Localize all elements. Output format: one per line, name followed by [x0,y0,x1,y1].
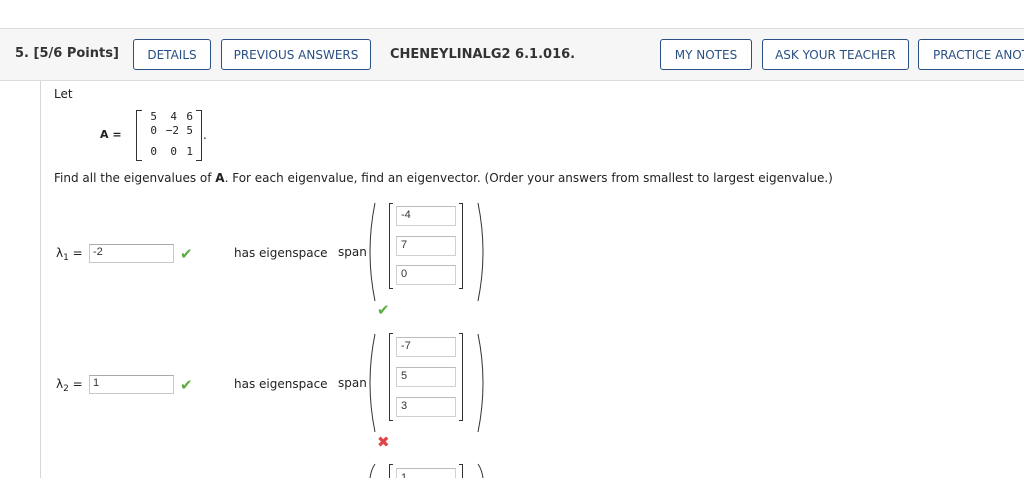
lambda-1-correct-icon: ✔ [180,245,193,263]
question-header: 5. [5/6 Points] DETAILS PREVIOUS ANSWERS… [0,28,1024,81]
problem-code: CHENEYLINALG2 6.1.016. [390,47,576,62]
vector-2-left-paren [369,333,376,433]
question-left-border [40,81,41,478]
vector-1-left-paren [369,202,376,302]
vector-2-entry-3[interactable]: 3 [396,397,456,417]
top-spacer [0,0,1024,28]
eigenspace-2-text: has eigenspace [234,377,328,391]
ask-your-teacher-button[interactable]: ASK YOUR TEACHER [762,39,909,70]
vector-2-entry-1[interactable]: -7 [396,337,456,357]
matrix-label: A = [100,128,122,141]
vector-2-right-bracket [459,333,463,421]
matrix-cell: 5 [186,124,193,137]
vector-3-left-paren [369,463,376,478]
vector-2-incorrect-icon: ✖ [377,433,390,451]
matrix-cell: 4 [170,110,177,123]
vector-2-right-paren [477,333,484,433]
vector-3-entry-1[interactable]: 1 [396,468,456,478]
vector-3-right-bracket [459,464,463,478]
lambda-2-input[interactable]: 1 [89,375,174,394]
vector-1-right-paren [477,202,484,302]
vector-1-entry-2[interactable]: 7 [396,236,456,256]
matrix-cell: −2 [165,124,179,137]
matrix-cell: 6 [186,110,193,123]
vector-1-entry-1[interactable]: -4 [396,206,456,226]
instruction-text: Find all the eigenvalues of A. For each … [54,171,833,185]
question-number-points: 5. [5/6 Points] [15,46,119,61]
vector-1-entry-3[interactable]: 0 [396,265,456,285]
matrix-cell: 0 [150,124,157,137]
lambda-1-label: λ1 = [56,246,83,263]
matrix-period: . [203,128,207,142]
span-2-text: span [338,376,367,390]
matrix-cell: 0 [150,145,157,158]
matrix-cell: 5 [150,110,157,123]
vector-1-left-bracket [389,203,393,289]
lambda-1-input[interactable]: -2 [89,244,174,263]
practice-another-button[interactable]: PRACTICE ANOTHER [918,39,1024,70]
lambda-2-label: λ2 = [56,377,83,394]
my-notes-button[interactable]: MY NOTES [660,39,752,70]
vector-1-correct-icon: ✔ [377,301,390,319]
let-text: Let [54,87,73,101]
matrix-cell: 1 [186,145,193,158]
previous-answers-button[interactable]: PREVIOUS ANSWERS [221,39,371,70]
matrix-cell: 0 [170,145,177,158]
vector-2-left-bracket [389,333,393,421]
lambda-2-correct-icon: ✔ [180,376,193,394]
vector-3-right-paren [477,463,484,478]
matrix-right-bracket [196,110,202,161]
vector-3-left-bracket [389,464,393,478]
vector-2-entry-2[interactable]: 5 [396,367,456,387]
eigenspace-1-text: has eigenspace [234,246,328,260]
details-button[interactable]: DETAILS [133,39,211,70]
vector-1-right-bracket [459,203,463,289]
span-1-text: span [338,245,367,259]
matrix-left-bracket [136,110,142,161]
